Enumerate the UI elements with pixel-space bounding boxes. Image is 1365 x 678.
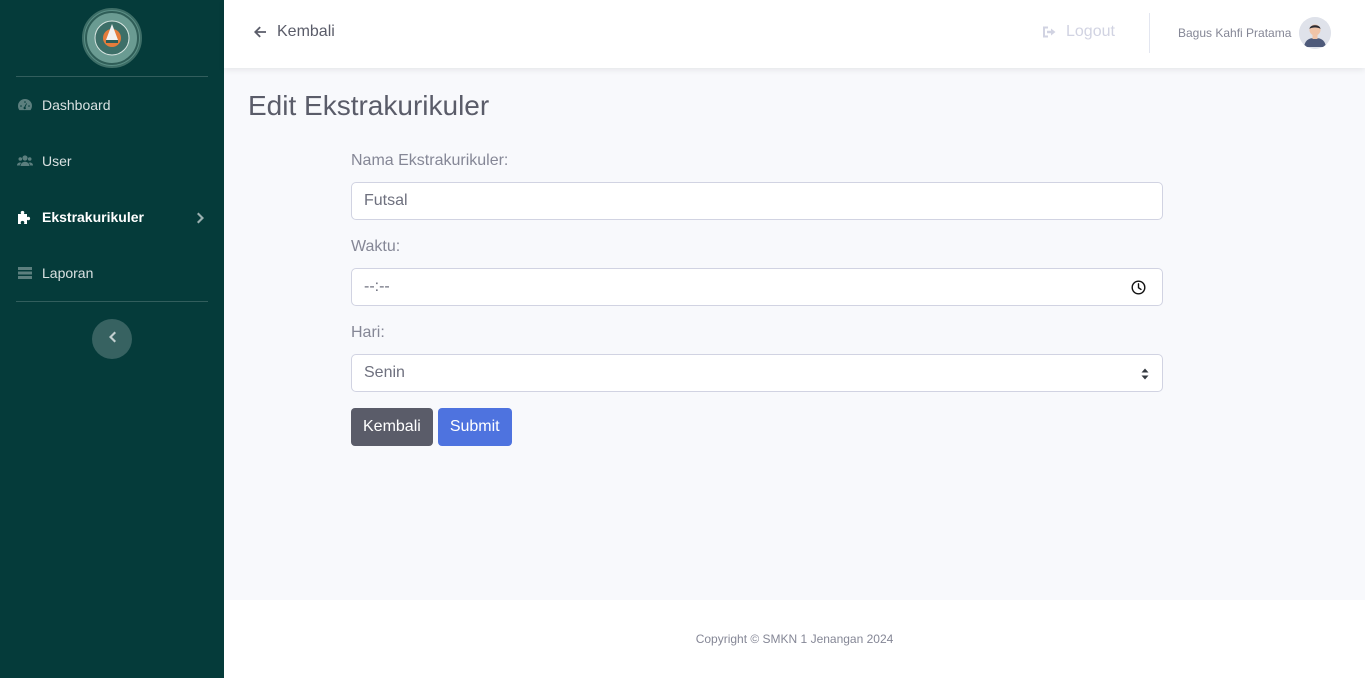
table-icon (16, 264, 34, 282)
users-icon (16, 152, 34, 170)
sidebar-item-ekstrakurikuler[interactable]: Ekstrakurikuler (0, 189, 224, 245)
puzzle-icon (16, 208, 34, 226)
page-title: Edit Ekstrakurikuler (248, 90, 490, 121)
back-link[interactable]: Kembali (253, 23, 335, 41)
sidebar-item-label: Dashboard (42, 97, 111, 113)
clock-icon[interactable] (1131, 280, 1146, 295)
submit-button[interactable]: Submit (437, 408, 512, 446)
logout-label: Logout (1066, 23, 1115, 40)
school-logo-icon[interactable] (82, 8, 142, 68)
user-dropdown[interactable]: Bagus Kahfi Pratama (1178, 17, 1332, 49)
sidebar-toggle-button[interactable] (92, 319, 132, 359)
avatar[interactable] (1299, 17, 1332, 49)
sidebar-item-label: Laporan (42, 265, 94, 281)
sidebar-item-laporan[interactable]: Laporan (0, 245, 224, 301)
select-caret-icon (1141, 367, 1149, 380)
form-actions: Kembali Submit (351, 408, 1163, 446)
edit-form: Nama Ekstrakurikuler: Futsal Waktu: --:-… (351, 150, 1163, 446)
topbar-divider (1149, 13, 1150, 53)
nama-input[interactable]: Futsal (351, 182, 1163, 220)
tachometer-icon (16, 96, 34, 114)
hari-select-value: Senin (364, 364, 405, 381)
nama-input-value: Futsal (364, 192, 408, 209)
user-name: Bagus Kahfi Pratama (1178, 26, 1292, 40)
sidebar-item-user[interactable]: User (0, 133, 224, 189)
arrow-left-icon (254, 26, 266, 38)
kembali-button[interactable]: Kembali (351, 408, 433, 446)
copyright-text: Copyright © SMKN 1 Jenangan 2024 (695, 632, 894, 646)
sidebar-brand[interactable] (0, 0, 224, 76)
sign-out-icon (1043, 26, 1056, 38)
logout-button[interactable]: Logout (1042, 23, 1115, 41)
back-link-label: Kembali (277, 23, 335, 40)
chevron-right-icon (196, 211, 206, 224)
sidebar: Dashboard User Ekstrakurikuler Laporan (0, 0, 224, 678)
hari-label: Hari: (351, 324, 385, 341)
sidebar-toggle-wrap (0, 302, 224, 359)
footer: Copyright © SMKN 1 Jenangan 2024 (224, 600, 1365, 678)
sidebar-item-dashboard[interactable]: Dashboard (0, 77, 224, 133)
waktu-input-value: --:-- (364, 278, 390, 295)
chevron-left-icon (107, 330, 117, 348)
waktu-time-input[interactable]: --:-- (351, 268, 1163, 306)
topbar: Kembali Logout Bagus Kahfi Pratama (224, 0, 1365, 68)
sidebar-item-label: Ekstrakurikuler (42, 209, 144, 225)
nama-label: Nama Ekstrakurikuler: (351, 152, 509, 169)
sidebar-item-label: User (42, 153, 72, 169)
hari-select[interactable]: Senin (351, 354, 1163, 392)
waktu-label: Waktu: (351, 238, 401, 255)
